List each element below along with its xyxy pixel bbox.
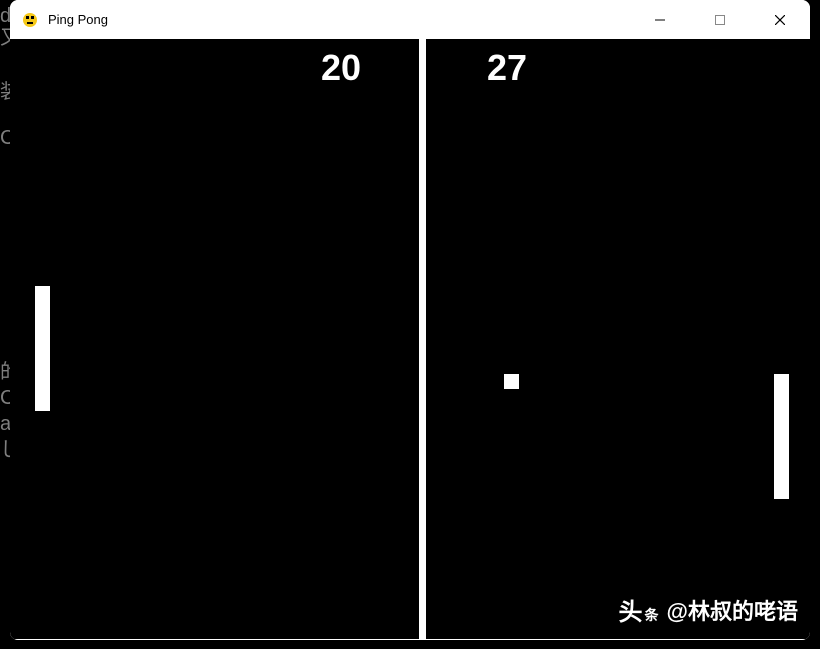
- window-title: Ping Pong: [48, 12, 108, 27]
- watermark: 头 条 @林叔的咾语: [619, 592, 798, 627]
- watermark-logo: 头 条: [619, 592, 659, 627]
- court-left-half: [10, 39, 419, 639]
- game-area[interactable]: 20 27 头 条 @林叔的咾语: [10, 39, 810, 639]
- watermark-handle: @林叔的咾语: [667, 594, 798, 626]
- score-left: 20: [321, 47, 361, 89]
- court-right-half: [426, 39, 810, 639]
- app-window: Ping Pong 20 27 头: [10, 0, 810, 640]
- minimize-icon: [655, 15, 665, 25]
- paddle-left[interactable]: [35, 286, 50, 411]
- app-icon: [22, 12, 38, 28]
- maximize-icon: [715, 15, 725, 25]
- score-right: 27: [487, 47, 527, 89]
- maximize-button[interactable]: [690, 0, 750, 39]
- minimize-button[interactable]: [630, 0, 690, 39]
- titlebar[interactable]: Ping Pong: [10, 0, 810, 39]
- paddle-right[interactable]: [774, 374, 789, 499]
- close-button[interactable]: [750, 0, 810, 39]
- watermark-logo-big: 头: [619, 592, 643, 627]
- watermark-logo-small: 条: [645, 605, 659, 625]
- close-icon: [775, 15, 785, 25]
- ball: [504, 374, 519, 389]
